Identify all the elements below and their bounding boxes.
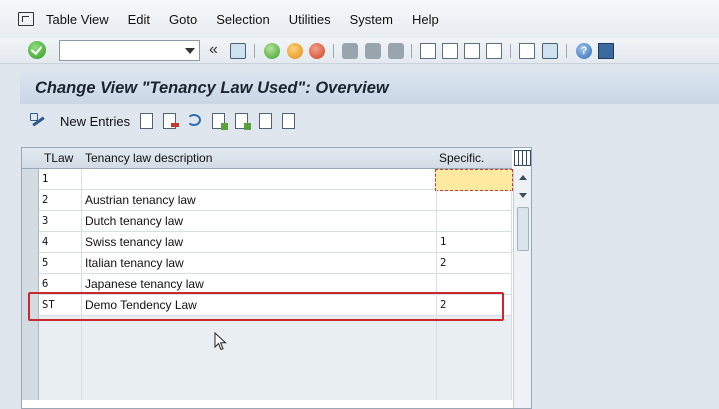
copy-as-icon[interactable] bbox=[140, 113, 153, 129]
separator bbox=[411, 44, 412, 58]
empty-row[interactable] bbox=[22, 379, 512, 400]
row-highlight-annotation bbox=[28, 292, 504, 321]
separator bbox=[510, 44, 511, 58]
shortcut-icon[interactable] bbox=[542, 43, 558, 59]
separator bbox=[566, 44, 567, 58]
description-cell bbox=[82, 337, 437, 358]
menu-help[interactable]: Help bbox=[412, 12, 439, 27]
specific-cell[interactable] bbox=[437, 211, 512, 232]
tlaw-cell: 4 bbox=[39, 232, 82, 253]
row-selector[interactable] bbox=[22, 232, 39, 253]
specific-cell[interactable]: 1 bbox=[437, 232, 512, 253]
layout-menu-icon[interactable] bbox=[598, 43, 614, 59]
specific-cell bbox=[437, 379, 512, 400]
next-page-icon[interactable] bbox=[464, 43, 480, 59]
help-icon[interactable]: ? bbox=[576, 43, 592, 59]
find-next-icon[interactable] bbox=[388, 43, 404, 59]
scrollbar-thumb[interactable] bbox=[517, 207, 529, 251]
menu-exit-icon[interactable] bbox=[18, 12, 34, 26]
menu-selection[interactable]: Selection bbox=[216, 12, 269, 27]
scroll-down-icon[interactable] bbox=[519, 193, 527, 198]
last-page-icon[interactable] bbox=[486, 43, 502, 59]
description-cell bbox=[82, 379, 437, 400]
row-selector[interactable] bbox=[22, 358, 39, 379]
change-display-icon[interactable] bbox=[30, 113, 47, 128]
tlaw-cell: 5 bbox=[39, 253, 82, 274]
description-cell[interactable]: Austrian tenancy law bbox=[82, 190, 437, 211]
table-row[interactable]: 2 Austrian tenancy law bbox=[22, 190, 512, 211]
tlaw-cell bbox=[39, 337, 82, 358]
select-all-icon[interactable] bbox=[212, 113, 228, 130]
menu-goto[interactable]: Goto bbox=[169, 12, 197, 27]
separator bbox=[254, 44, 255, 58]
row-selector[interactable] bbox=[22, 337, 39, 358]
column-header-specific[interactable]: Specific. bbox=[439, 151, 484, 165]
specific-cell[interactable]: 2 bbox=[437, 253, 512, 274]
scroll-up-icon[interactable] bbox=[519, 175, 527, 180]
first-page-icon[interactable] bbox=[420, 43, 436, 59]
tlaw-cell bbox=[39, 379, 82, 400]
page-title: Change View "Tenancy Law Used": Overview bbox=[35, 79, 389, 97]
specific-cell bbox=[437, 337, 512, 358]
active-input-cell[interactable] bbox=[435, 169, 513, 191]
table-row[interactable]: 3 Dutch tenancy law bbox=[22, 211, 512, 232]
menu-table-view[interactable]: Table View bbox=[46, 12, 109, 27]
title-bar: Change View "Tenancy Law Used": Overview bbox=[20, 72, 719, 104]
description-cell bbox=[82, 358, 437, 379]
menu-bar: Table View Edit Goto Selection Utilities… bbox=[0, 0, 719, 38]
find-icon[interactable] bbox=[365, 43, 381, 59]
tlaw-cell: 2 bbox=[39, 190, 82, 211]
table-row[interactable]: 5 Italian tenancy law 2 bbox=[22, 253, 512, 274]
print-icon[interactable] bbox=[342, 43, 358, 59]
column-header-tlaw[interactable]: TLaw bbox=[44, 151, 73, 165]
standard-toolbar: « ? bbox=[0, 38, 719, 64]
tlaw-cell bbox=[39, 358, 82, 379]
empty-row[interactable] bbox=[22, 358, 512, 379]
vertical-scrollbar[interactable] bbox=[513, 169, 531, 408]
previous-page-icon[interactable] bbox=[442, 43, 458, 59]
table-row[interactable]: 4 Swiss tenancy law 1 bbox=[22, 232, 512, 253]
description-cell[interactable]: Italian tenancy law bbox=[82, 253, 437, 274]
separator bbox=[333, 44, 334, 58]
description-cell[interactable]: Swiss tenancy law bbox=[82, 232, 437, 253]
save-icon[interactable] bbox=[230, 43, 246, 59]
command-dropdown-icon[interactable] bbox=[185, 48, 195, 54]
command-field[interactable] bbox=[59, 40, 200, 61]
undo-change-icon[interactable] bbox=[187, 114, 201, 126]
collapse-command-icon[interactable]: « bbox=[209, 41, 218, 59]
variant-icon[interactable] bbox=[282, 113, 295, 129]
description-cell[interactable] bbox=[82, 169, 437, 190]
enter-check-icon[interactable] bbox=[28, 41, 46, 59]
empty-row[interactable] bbox=[22, 337, 512, 358]
tlaw-cell: 3 bbox=[39, 211, 82, 232]
create-session-icon[interactable] bbox=[519, 43, 535, 59]
table-header: TLaw Tenancy law description Specific. bbox=[22, 148, 512, 169]
row-selector[interactable] bbox=[22, 190, 39, 211]
column-header-description[interactable]: Tenancy law description bbox=[85, 151, 212, 165]
select-block-icon[interactable] bbox=[235, 113, 251, 130]
row-selector[interactable] bbox=[22, 211, 39, 232]
cancel-icon[interactable] bbox=[309, 43, 325, 59]
deselect-all-icon[interactable] bbox=[259, 113, 272, 129]
menu-edit[interactable]: Edit bbox=[128, 12, 150, 27]
specific-cell[interactable] bbox=[437, 190, 512, 211]
menu-utilities[interactable]: Utilities bbox=[289, 12, 331, 27]
table-settings-icon[interactable] bbox=[514, 150, 531, 166]
tenancy-law-table: TLaw Tenancy law description Specific. 1… bbox=[21, 147, 532, 409]
description-cell[interactable]: Dutch tenancy law bbox=[82, 211, 437, 232]
specific-cell bbox=[437, 358, 512, 379]
delete-icon[interactable] bbox=[163, 113, 179, 129]
menu-system[interactable]: System bbox=[350, 12, 393, 27]
exit-icon[interactable] bbox=[287, 43, 303, 59]
tlaw-cell: 1 bbox=[39, 169, 82, 190]
row-selector[interactable] bbox=[22, 169, 39, 190]
application-toolbar: New Entries bbox=[20, 108, 719, 134]
back-icon[interactable] bbox=[264, 43, 280, 59]
new-entries-button[interactable]: New Entries bbox=[60, 114, 130, 129]
row-selector[interactable] bbox=[22, 379, 39, 400]
mouse-cursor-icon bbox=[214, 332, 228, 352]
row-selector[interactable] bbox=[22, 253, 39, 274]
